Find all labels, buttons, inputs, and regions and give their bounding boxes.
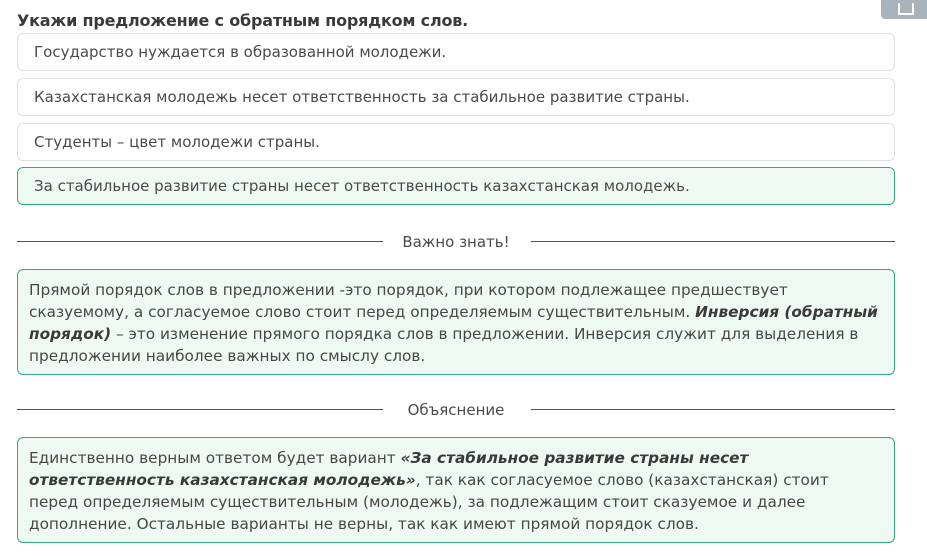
question-title: Укажи предложение с обратным порядком сл… [17, 11, 469, 30]
divider-line-right [531, 409, 895, 410]
explanation-divider: Объяснение [17, 400, 895, 420]
important-divider: Важно знать! [17, 232, 895, 252]
answer-option-3[interactable]: Студенты – цвет молодежи страны. [17, 123, 895, 161]
explanation-text-before: Единственно верным ответом будет вариант [29, 449, 401, 467]
answer-option-4-correct[interactable]: За стабильное развитие страны несет отве… [17, 167, 895, 205]
explanation-heading: Объяснение [407, 401, 505, 419]
important-box: Прямой порядок слов в предложении -это п… [17, 269, 895, 375]
explanation-box: Единственно верным ответом будет вариант… [17, 437, 895, 543]
corner-button[interactable] [881, 0, 927, 19]
answer-option-1[interactable]: Государство нуждается в образованной мол… [17, 33, 895, 71]
answer-option-2[interactable]: Казахстанская молодежь несет ответственн… [17, 78, 895, 116]
important-heading: Важно знать! [402, 233, 510, 251]
divider-line-right [531, 241, 895, 242]
important-text-after: – это изменение прямого порядка слов в п… [29, 325, 859, 365]
important-text-before: Прямой порядок слов в предложении -это п… [29, 281, 788, 321]
tray-icon [898, 3, 914, 15]
